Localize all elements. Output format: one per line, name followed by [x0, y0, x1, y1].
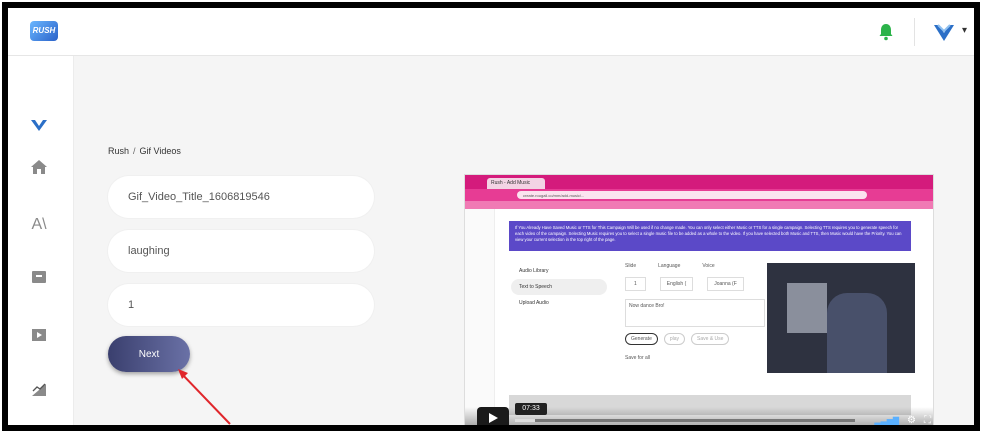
video-title-field[interactable]: Gif_Video_Title_1606819546 [108, 176, 374, 218]
browser-bookmarks [465, 201, 933, 209]
home-icon [31, 160, 47, 174]
label-voice: Voice [702, 263, 715, 269]
font-icon: A\ [31, 216, 47, 233]
video-inner-sidebar [465, 209, 495, 425]
archive-icon [32, 271, 46, 283]
video-audio-menu: Audio Library Text to Speech Upload Audi… [511, 263, 607, 323]
label-language: Language [658, 263, 681, 269]
sidebar-item-home[interactable] [26, 156, 52, 178]
chevron-down-icon: ▾ [962, 25, 968, 36]
video-icon [32, 329, 46, 341]
browser-url: create.rougall.co/mm/add-music/... [517, 191, 867, 199]
volume-icon[interactable]: ▂▃▅▇ [874, 416, 899, 425]
sidebar-item-analytics[interactable] [26, 378, 52, 400]
video-title-value: Gif_Video_Title_1606819546 [128, 191, 270, 203]
app-window: RUSH ▾ A\ Rush / Gif Videos Gif_Video_Ti… [2, 2, 980, 431]
sidebar-item-videos[interactable] [26, 324, 52, 346]
player-control-icons: ▂▃▅▇ ⚙ ⛶ [861, 413, 931, 426]
app-logo[interactable]: RUSH [30, 21, 58, 41]
menu-upload-audio: Upload Audio [519, 300, 549, 306]
count-value: 1 [128, 299, 135, 311]
analytics-icon [32, 383, 46, 396]
video-notice: If You Already Have Saved Music or TTS f… [509, 221, 911, 251]
header-divider [914, 18, 915, 46]
video-tts-form: Slide Language Voice 1 English ( Joanna … [625, 263, 765, 373]
menu-text-to-speech: Text to Speech [511, 279, 607, 295]
tts-text: Now dance Bro! [625, 299, 765, 327]
tag-field[interactable]: laughing [108, 230, 374, 272]
slide-value: 1 [625, 277, 646, 291]
tag-value: laughing [128, 245, 170, 257]
notification-bell-icon[interactable] [878, 23, 894, 41]
fullscreen-icon[interactable]: ⛶ [924, 415, 931, 426]
save-use-button: Save & Use [691, 333, 730, 345]
brand-v-icon [31, 120, 47, 131]
settings-gear-icon[interactable]: ⚙ [907, 415, 916, 426]
count-field[interactable]: 1 [108, 284, 374, 326]
breadcrumb: Rush / Gif Videos [108, 146, 181, 156]
profile-menu[interactable]: ▾ [932, 21, 972, 45]
label-slide: Slide [625, 263, 637, 269]
save-for-all: Save for all [625, 355, 651, 361]
sidebar-item-fonts[interactable]: A\ [26, 214, 52, 236]
sidebar: A\ [8, 56, 74, 425]
menu-audio-library: Audio Library [519, 268, 549, 274]
voice-value: Joanna (F [707, 277, 744, 291]
os-taskbar [465, 429, 933, 431]
top-bar: RUSH ▾ [8, 8, 974, 56]
video-timestamp: 07:33 [515, 403, 547, 415]
breadcrumb-root[interactable]: Rush [108, 146, 129, 156]
sidebar-item-archive[interactable] [26, 266, 52, 288]
video-progress-bar[interactable] [515, 419, 855, 422]
play-icon [489, 413, 498, 423]
generate-button: Generate [625, 333, 658, 345]
video-preview[interactable]: Rush - Add Music create.rougall.co/mm/ad… [464, 174, 934, 431]
video-progress-fill [515, 419, 536, 422]
play-button[interactable] [477, 407, 509, 425]
language-value: English ( [659, 277, 694, 291]
annotation-arrow-icon [178, 369, 231, 425]
play-button: play [663, 333, 686, 345]
video-thumbnail [767, 263, 915, 373]
browser-tab: Rush - Add Music [487, 178, 545, 189]
breadcrumb-current: Gif Videos [139, 146, 181, 156]
sidebar-item-brand[interactable] [26, 114, 52, 136]
breadcrumb-separator: / [133, 146, 136, 156]
